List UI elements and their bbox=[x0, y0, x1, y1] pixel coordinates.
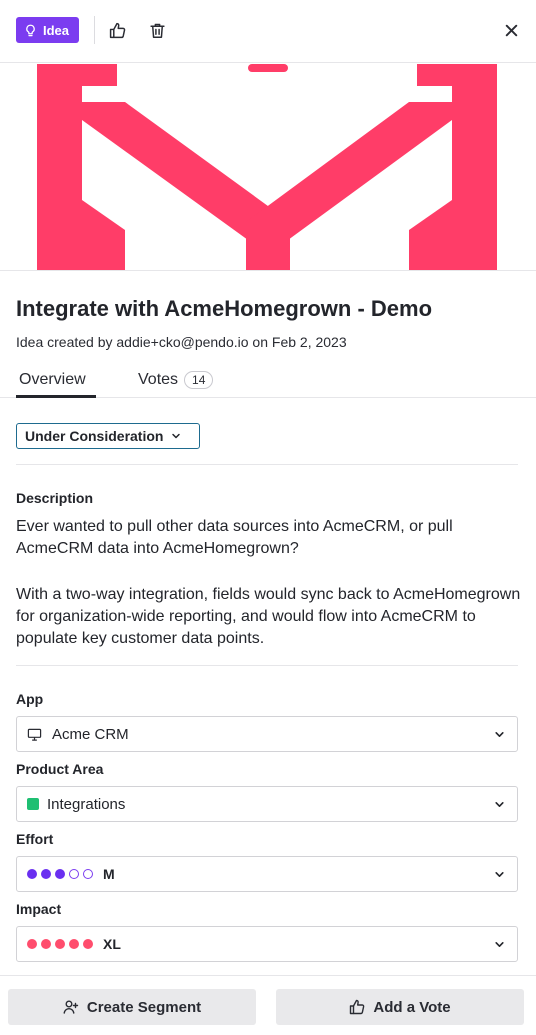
chevron-down-icon bbox=[495, 872, 504, 877]
acme-logo-image bbox=[37, 64, 497, 270]
product-area-color-swatch bbox=[27, 798, 39, 810]
section-divider bbox=[16, 665, 518, 666]
add-user-icon bbox=[63, 1000, 79, 1014]
effort-value: M bbox=[103, 866, 115, 882]
rating-dot-filled bbox=[41, 869, 51, 879]
add-vote-button[interactable]: Add a Vote bbox=[276, 989, 524, 1025]
top-bar: Idea bbox=[0, 0, 536, 63]
effort-select[interactable]: M bbox=[16, 856, 518, 892]
status-dropdown[interactable]: Under Consideration bbox=[16, 423, 200, 449]
status-value: Under Consideration bbox=[25, 428, 164, 444]
trash-icon[interactable] bbox=[147, 20, 167, 40]
chevron-down-icon bbox=[495, 802, 504, 807]
add-vote-label: Add a Vote bbox=[373, 998, 451, 1016]
idea-type-badge[interactable]: Idea bbox=[16, 17, 80, 43]
product-area-value: Integrations bbox=[47, 795, 126, 813]
close-icon[interactable] bbox=[501, 20, 521, 40]
rating-dot-empty bbox=[69, 869, 79, 879]
rating-dot-filled bbox=[27, 939, 37, 949]
votes-count-badge: 14 bbox=[184, 371, 214, 389]
chevron-down-icon bbox=[495, 732, 504, 737]
description-label: Description bbox=[16, 490, 94, 506]
idea-tabs: Overview Votes 14 bbox=[0, 362, 536, 398]
hero-divider bbox=[0, 270, 536, 271]
product-area-label: Product Area bbox=[16, 761, 104, 777]
tab-votes[interactable]: Votes 14 bbox=[138, 371, 214, 389]
rating-dot-filled bbox=[55, 939, 65, 949]
active-tab-indicator bbox=[16, 395, 96, 398]
rating-dot-filled bbox=[41, 939, 51, 949]
rating-dot-filled bbox=[69, 939, 79, 949]
rating-dot-filled bbox=[55, 869, 65, 879]
rating-dot-filled bbox=[83, 939, 93, 949]
app-value: Acme CRM bbox=[52, 725, 129, 743]
idea-badge-label: Idea bbox=[43, 22, 70, 38]
create-segment-button[interactable]: Create Segment bbox=[8, 989, 256, 1025]
tab-overview-label: Overview bbox=[19, 371, 86, 388]
product-area-select[interactable]: Integrations bbox=[16, 786, 518, 822]
app-label: App bbox=[16, 691, 44, 707]
monitor-icon bbox=[27, 728, 42, 741]
effort-label: Effort bbox=[16, 831, 54, 847]
idea-title: Integrate with AcmeHomegrown - Demo bbox=[16, 296, 433, 321]
chevron-down-icon bbox=[172, 433, 181, 439]
chevron-down-icon bbox=[495, 942, 504, 947]
section-divider bbox=[16, 464, 518, 465]
impact-value: XL bbox=[103, 936, 121, 952]
app-select[interactable]: Acme CRM bbox=[16, 716, 518, 752]
rating-dot-filled bbox=[27, 869, 37, 879]
header-divider bbox=[94, 16, 95, 44]
description-paragraph-1: Ever wanted to pull other data sources i… bbox=[16, 518, 453, 557]
thumbs-up-icon bbox=[350, 999, 365, 1015]
create-segment-label: Create Segment bbox=[86, 998, 202, 1016]
idea-created-by: Idea created by addie+cko@pendo.io on Fe… bbox=[16, 334, 347, 350]
tab-overview[interactable]: Overview bbox=[19, 371, 86, 389]
impact-select[interactable]: XL bbox=[16, 926, 518, 962]
lightbulb-icon bbox=[26, 24, 35, 36]
rating-dot-empty bbox=[83, 869, 93, 879]
impact-label: Impact bbox=[16, 901, 62, 917]
effort-rating-dots bbox=[27, 869, 97, 879]
idea-hero-image bbox=[0, 64, 536, 270]
tab-votes-label: Votes bbox=[138, 371, 179, 388]
impact-rating-dots bbox=[27, 939, 97, 949]
description-paragraph-2: With a two-way integration, fields would… bbox=[16, 586, 521, 647]
thumbs-up-icon[interactable] bbox=[107, 20, 127, 40]
footer-divider bbox=[0, 975, 536, 976]
